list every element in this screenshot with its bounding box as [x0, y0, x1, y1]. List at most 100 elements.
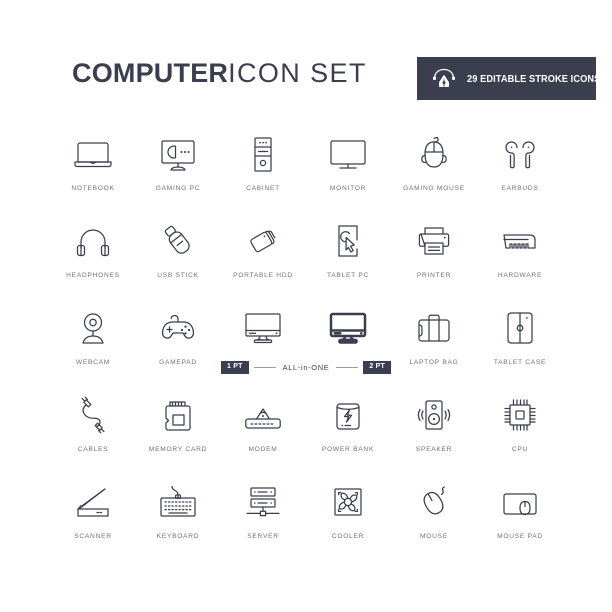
portable-hdd-icon	[221, 213, 305, 269]
tablet-pc-icon	[306, 213, 390, 269]
icon-cell-webcam[interactable]: WEBCAM	[51, 300, 135, 387]
mouse-icon	[392, 474, 476, 530]
icon-cell-tablet-pc[interactable]: TABLET PC	[306, 213, 390, 300]
all-in-one-label: ALL-in-ONE	[282, 362, 330, 372]
icon-cell-gaming-mouse[interactable]: GAMING MOUSE	[392, 126, 476, 213]
icon-cell-headphones[interactable]: HEADPHONES	[51, 213, 135, 300]
icon-label: SCANNER	[74, 533, 112, 540]
icon-label: USB STICK	[157, 272, 199, 279]
icon-label: PORTABLE HDD	[233, 272, 293, 279]
cooler-icon	[306, 474, 390, 530]
icon-label: CABLES	[77, 446, 109, 453]
pen-nib-icon	[431, 66, 457, 92]
all-in-one-thick-icon	[306, 300, 390, 356]
icon-row: NOTEBOOK GAMING PC CABINET MONITOR GAMIN…	[0, 126, 612, 213]
pt-connector-right	[336, 366, 359, 368]
usb-stick-icon	[136, 213, 220, 269]
gamepad-icon	[136, 300, 220, 356]
icon-cell-cpu[interactable]: CPU	[478, 387, 562, 474]
page-title: COMPUTERICON SET	[72, 58, 367, 88]
icon-label: LAPTOP BAG	[409, 359, 459, 366]
pt-connector-left	[253, 366, 276, 368]
icon-cell-cabinet[interactable]: CABINET	[221, 126, 305, 213]
icon-label: TABLET PC	[326, 272, 370, 279]
icon-label: MEMORY CARD	[148, 446, 208, 453]
icon-cell-hardware[interactable]: HARDWARE	[478, 213, 562, 300]
icon-row: HEADPHONES USB STICK PORTABLE HDD TABLET…	[0, 213, 612, 300]
icon-label: GAMEPAD	[159, 359, 197, 366]
icon-label: HARDWARE	[497, 272, 543, 279]
icon-cell-cooler[interactable]: COOLER	[306, 474, 390, 561]
hardware-icon	[478, 213, 562, 269]
keyboard-icon	[136, 474, 220, 530]
server-icon	[221, 474, 305, 530]
icon-label: SERVER	[247, 533, 279, 540]
icon-cell-mouse[interactable]: MOUSE	[392, 474, 476, 561]
mouse-pad-icon	[478, 474, 562, 530]
icon-label: EARBUDS	[501, 185, 539, 192]
icon-cell-modem[interactable]: MODEM	[221, 387, 305, 474]
icon-cell-memory-card[interactable]: MEMORY CARD	[136, 387, 220, 474]
pt-badge-1pt: 1 PT	[221, 360, 249, 374]
icon-cell-all-in-one-2pt[interactable]	[306, 300, 390, 387]
power-bank-icon	[306, 387, 390, 443]
icon-cell-cables[interactable]: CABLES	[51, 387, 135, 474]
icon-label: GAMING PC	[155, 185, 201, 192]
icon-cell-laptop-bag[interactable]: LAPTOP BAG	[392, 300, 476, 387]
earbuds-icon	[478, 126, 562, 182]
icon-label: POWER BANK	[321, 446, 375, 453]
icon-label: HEADPHONES	[66, 272, 120, 279]
header: COMPUTERICON SET 29 EDITABLE STROKE ICON…	[0, 0, 612, 118]
icon-label: PRINTER	[416, 272, 452, 279]
pt-badge-2pt: 2 PT	[363, 360, 391, 374]
icon-cell-gamepad[interactable]: GAMEPAD	[136, 300, 220, 387]
monitor-icon	[306, 126, 390, 182]
icon-cell-usb-stick[interactable]: USB STICK	[136, 213, 220, 300]
icon-label: CABINET	[246, 185, 280, 192]
icon-label: WEBCAM	[75, 359, 111, 366]
icon-label: MODEM	[248, 446, 278, 453]
icon-label: MONITOR	[329, 185, 367, 192]
cabinet-icon	[221, 126, 305, 182]
icon-cell-earbuds[interactable]: EARBUDS	[478, 126, 562, 213]
icon-cell-tablet-case[interactable]: TABLET CASE	[478, 300, 562, 387]
gaming-pc-icon	[136, 126, 220, 182]
icon-cell-keyboard[interactable]: KEYBOARD	[136, 474, 220, 561]
notebook-icon	[51, 126, 135, 182]
icon-cell-gaming-pc[interactable]: GAMING PC	[136, 126, 220, 213]
icon-cell-power-bank[interactable]: POWER BANK	[306, 387, 390, 474]
gaming-mouse-icon	[392, 126, 476, 182]
icon-cell-scanner[interactable]: SCANNER	[51, 474, 135, 561]
icon-label: MOUSE PAD	[497, 533, 543, 540]
speaker-icon	[392, 387, 476, 443]
memory-card-icon	[136, 387, 220, 443]
icon-row: SCANNER KEYBOARD SERVER COOLER MOUSE MOU…	[0, 474, 612, 561]
cpu-icon	[478, 387, 562, 443]
icon-cell-monitor[interactable]: MONITOR	[306, 126, 390, 213]
editable-stroke-badge: 29 EDITABLE STROKE ICONS	[417, 57, 600, 100]
tablet-case-icon	[478, 300, 562, 356]
icon-cell-all-in-one-1pt[interactable]	[221, 300, 305, 387]
icon-cell-server[interactable]: SERVER	[221, 474, 305, 561]
badge-label: 29 EDITABLE STROKE ICONS	[467, 72, 601, 85]
headphones-icon	[51, 213, 135, 269]
cables-icon	[51, 387, 135, 443]
printer-icon	[392, 213, 476, 269]
icon-cell-notebook[interactable]: NOTEBOOK	[51, 126, 135, 213]
icon-cell-portable-hdd[interactable]: PORTABLE HDD	[221, 213, 305, 300]
scanner-icon	[51, 474, 135, 530]
page-title-light: ICON SET	[228, 58, 367, 88]
page-title-bold: COMPUTER	[72, 58, 229, 88]
icon-cell-mouse-pad[interactable]: MOUSE PAD	[478, 474, 562, 561]
icon-label: KEYBOARD	[156, 533, 200, 540]
icon-cell-printer[interactable]: PRINTER	[392, 213, 476, 300]
all-in-one-thin-icon	[221, 300, 305, 356]
icon-cell-speaker[interactable]: SPEAKER	[392, 387, 476, 474]
icon-grid: NOTEBOOK GAMING PC CABINET MONITOR GAMIN…	[0, 126, 612, 561]
laptop-bag-icon	[392, 300, 476, 356]
icon-row: WEBCAM GAMEPAD LAPTOP BAG TABLET CASE 1 …	[0, 300, 612, 387]
icon-label: COOLER	[331, 533, 365, 540]
modem-icon	[221, 387, 305, 443]
icon-label: CPU	[511, 446, 529, 453]
icon-label: MOUSE	[420, 533, 448, 540]
